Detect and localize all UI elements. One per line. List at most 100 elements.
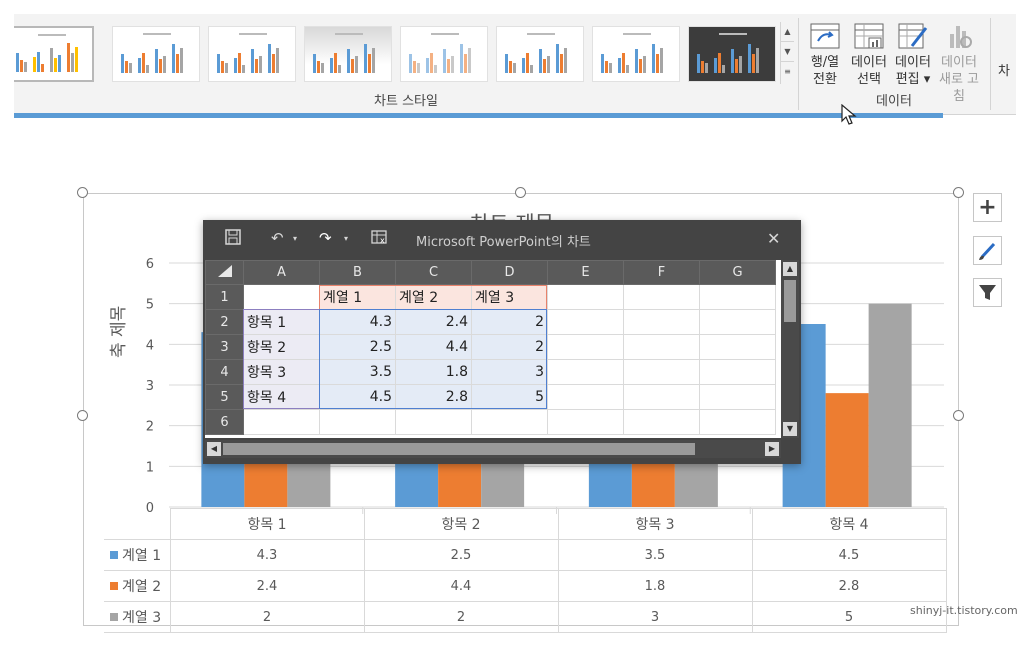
resize-handle-right[interactable] [953,410,964,421]
scroll-up-icon[interactable]: ▲ [783,262,797,276]
sheet-cell[interactable] [699,409,776,435]
sheet-cell[interactable] [623,359,700,385]
data-table-row: 계열 1 4.3 2.5 3.5 4.5 [104,539,947,571]
svg-text:x: x [380,236,385,245]
resize-handle-left[interactable] [77,410,88,421]
sheet-cell[interactable]: 5 [471,384,548,410]
vertical-scroll-thumb[interactable] [784,280,796,322]
sheet-cell[interactable]: 2 [471,309,548,335]
column-header-d[interactable]: D [471,260,548,285]
sheet-cell[interactable] [547,384,624,410]
data-table-cell: 2.8 [751,570,947,602]
plus-icon: + [978,195,997,220]
redo-icon[interactable]: ↷ [319,229,332,247]
scroll-left-icon[interactable]: ◀ [207,442,221,456]
row-header[interactable]: 3 [205,334,244,360]
column-header-c[interactable]: C [395,260,472,285]
undo-dropdown-icon[interactable]: ▾ [293,234,297,243]
sheet-cell[interactable] [471,409,548,435]
sheet-cell[interactable] [623,409,700,435]
sheet-cell[interactable] [547,309,624,335]
column-header-a[interactable]: A [243,260,320,285]
chart-styles-button[interactable] [973,236,1002,265]
sheet-cell[interactable]: 항목 4 [243,384,320,410]
legend-entry-series-1[interactable]: 계열 1 [104,539,171,571]
row-header[interactable]: 5 [205,384,244,410]
sheet-cell[interactable]: 4.4 [395,334,472,360]
sheet-cell[interactable] [547,334,624,360]
sheet-cell[interactable]: 항목 1 [243,309,320,335]
sheet-cell[interactable]: 2.4 [395,309,472,335]
resize-handle-top-right[interactable] [953,187,964,198]
sheet-cell[interactable]: 항목 2 [243,334,320,360]
data-table-corner [104,508,171,540]
column-header-row: A B C D E F G [205,260,776,285]
chart-filters-button[interactable] [973,278,1002,307]
sheet-cell[interactable]: 3 [471,359,548,385]
legend-label: 계열 2 [122,579,162,595]
horizontal-scroll-thumb[interactable] [223,443,695,455]
sheet-cell[interactable] [623,284,700,310]
sheet-cell[interactable] [699,334,776,360]
sheet-cell[interactable] [547,359,624,385]
sheet-cell[interactable]: 4.3 [319,309,396,335]
save-icon[interactable] [225,229,241,249]
sheet-cell[interactable]: 4.5 [319,384,396,410]
sheet-cell[interactable]: 2.5 [319,334,396,360]
sheet-cell[interactable] [547,409,624,435]
sheet-cell[interactable]: 3.5 [319,359,396,385]
sheet-cell[interactable] [699,309,776,335]
edit-in-excel-icon[interactable]: x [371,229,389,249]
sheet-cell[interactable]: 1.8 [395,359,472,385]
chart-elements-button[interactable]: + [973,193,1002,222]
sheet-cell[interactable] [699,359,776,385]
horizontal-scrollbar[interactable]: ◀ ▶ [205,440,781,458]
data-table-cell: 4.4 [363,570,559,602]
row-header[interactable]: 4 [205,359,244,385]
sheet-cell[interactable] [623,384,700,410]
data-table-category: 항목 1 [169,508,365,540]
vertical-scrollbar[interactable]: ▲ ▼ [781,260,799,438]
sheet-cell[interactable] [395,409,472,435]
column-header-f[interactable]: F [623,260,700,285]
sheet-titlebar[interactable]: ↶ ▾ ↷ ▾ x Microsoft PowerPoint의 차트 ✕ [203,220,801,258]
data-table-cell: 1.8 [557,570,753,602]
data-table-category: 항목 3 [557,508,753,540]
undo-icon[interactable]: ↶ [271,229,284,247]
redo-dropdown-icon[interactable]: ▾ [344,234,348,243]
data-table-row: 계열 2 2.4 4.4 1.8 2.8 [104,570,947,602]
sheet-cell[interactable] [699,384,776,410]
legend-entry-series-3[interactable]: 계열 3 [104,601,171,633]
sheet-cell[interactable] [243,409,320,435]
scroll-right-icon[interactable]: ▶ [765,442,779,456]
legend-label: 계열 3 [122,610,162,626]
row-header[interactable]: 6 [205,409,244,435]
sheet-cell[interactable]: 항목 3 [243,359,320,385]
sheet-cell[interactable] [699,284,776,310]
legend-entry-series-2[interactable]: 계열 2 [104,570,171,602]
column-header-g[interactable]: G [699,260,776,285]
sheet-cell[interactable]: 계열 2 [395,284,472,310]
resize-handle-top-left[interactable] [77,187,88,198]
column-header-e[interactable]: E [547,260,624,285]
sheet-cell[interactable] [623,334,700,360]
sheet-cell[interactable] [547,284,624,310]
sheet-cell[interactable]: 2.8 [395,384,472,410]
sheet-cell[interactable]: 계열 1 [319,284,396,310]
sheet-cell[interactable] [623,309,700,335]
y-axis-title[interactable]: 축 제목 [104,306,129,358]
data-table-cell: 2.4 [169,570,365,602]
row-header[interactable]: 2 [205,309,244,335]
sheet-cell[interactable]: 2 [471,334,548,360]
sheet-cell[interactable]: 계열 3 [471,284,548,310]
legend-label: 계열 1 [122,548,162,564]
sheet-row: 3 항목 2 2.5 4.4 2 [205,334,776,360]
row-header[interactable]: 1 [205,284,244,310]
close-icon[interactable]: ✕ [767,229,780,248]
sheet-cell[interactable] [243,284,320,310]
scroll-down-icon[interactable]: ▼ [783,422,797,436]
sheet-cell[interactable] [319,409,396,435]
resize-handle-top[interactable] [515,187,526,198]
column-header-b[interactable]: B [319,260,396,285]
select-all-corner[interactable] [205,260,244,285]
